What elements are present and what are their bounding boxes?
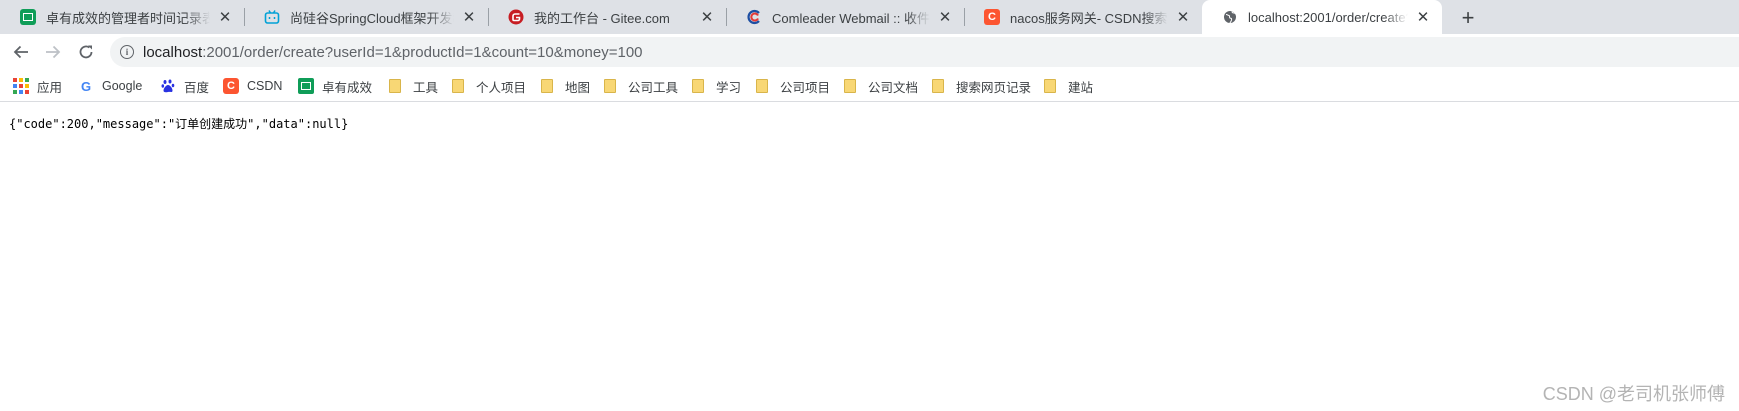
bookmark-google[interactable]: G Google	[78, 76, 142, 96]
close-icon[interactable]: ✕	[216, 8, 234, 26]
bookmark-label: 公司工具	[628, 80, 679, 95]
bookmark-label: 工具	[413, 80, 439, 95]
bookmark-folder-search-history[interactable]: 搜索网页记录	[932, 76, 1031, 96]
apps-grid-icon	[13, 78, 29, 94]
folder-icon	[452, 79, 464, 93]
folder-icon	[1044, 79, 1056, 93]
tab-title: 尚硅谷SpringCloud框架开发教程	[290, 10, 454, 26]
tab-localhost-active[interactable]: localhost:2001/order/create?u ✕	[1202, 0, 1442, 34]
bookmark-folder-tools[interactable]: 工具	[389, 76, 438, 96]
bookmark-folder-maps[interactable]: 地图	[541, 76, 590, 96]
folder-icon	[844, 79, 856, 93]
folder-icon	[389, 79, 401, 93]
json-response-text: {"code":200,"message":"订单创建成功","data":nu…	[9, 117, 349, 131]
tab-gitee[interactable]: 我的工作台 - Gitee.com ✕	[488, 0, 726, 34]
csdn-watermark: CSDN @老司机张师傅	[1542, 384, 1725, 404]
close-icon[interactable]: ✕	[936, 8, 954, 26]
bookmark-label: Google	[102, 79, 143, 93]
bookmark-label: 个人项目	[476, 80, 527, 95]
forward-button[interactable]	[39, 38, 67, 66]
tab-time-record[interactable]: 卓有成效的管理者时间记录表 - 金 ✕	[0, 0, 244, 34]
close-icon[interactable]: ✕	[460, 8, 478, 26]
new-tab-button[interactable]: +	[1456, 5, 1480, 30]
sheet-icon	[298, 78, 314, 94]
bookmark-baidu[interactable]: 百度	[160, 76, 209, 96]
folder-icon	[541, 79, 553, 93]
close-icon[interactable]: ✕	[698, 8, 716, 26]
bookmark-folder-site-building[interactable]: 建站	[1044, 76, 1093, 96]
sheet-icon	[20, 9, 36, 25]
site-info-icon[interactable]: i	[120, 45, 134, 59]
csdn-icon: C	[223, 78, 239, 94]
close-icon[interactable]: ✕	[1174, 8, 1192, 26]
bookmark-folder-personal-projects[interactable]: 个人项目	[452, 76, 526, 96]
bookmark-csdn[interactable]: C CSDN	[223, 76, 282, 96]
folder-icon	[932, 79, 944, 93]
bookmarks-bar: 应用 G Google 百度 C CSDN 卓有成效 工具 个人项目 地图 公司…	[0, 70, 1739, 102]
bookmark-label: 公司项目	[780, 80, 831, 95]
url-host: localhost	[143, 43, 203, 61]
bookmark-label: 卓有成效	[322, 80, 373, 95]
bookmark-label: CSDN	[247, 79, 283, 93]
reload-icon	[79, 45, 93, 59]
bookmark-label: 百度	[184, 80, 210, 95]
bookmark-label: 搜索网页记录	[956, 80, 1032, 95]
toolbar: i localhost:2001/order/create?userId=1&p…	[0, 34, 1739, 70]
bookmark-label: 应用	[37, 80, 63, 95]
address-url[interactable]: localhost:2001/order/create?userId=1&pro…	[143, 44, 643, 61]
google-icon: G	[80, 78, 92, 94]
tab-title: Comleader Webmail :: 收件箱	[772, 10, 930, 26]
folder-icon	[756, 79, 768, 93]
tab-csdn-search[interactable]: C nacos服务网关- CSDN搜索 ✕	[964, 0, 1202, 34]
arrow-left-icon	[13, 45, 28, 59]
bookmark-label: 地图	[565, 80, 591, 95]
folder-icon	[692, 79, 704, 93]
tab-webmail[interactable]: Comleader Webmail :: 收件箱 ✕	[726, 0, 964, 34]
address-bar[interactable]: i localhost:2001/order/create?userId=1&p…	[110, 37, 1739, 67]
url-path: :2001/order/create?userId=1&productId=1&…	[202, 43, 643, 61]
tab-title: 卓有成效的管理者时间记录表 - 金	[46, 10, 210, 26]
folder-icon	[604, 79, 616, 93]
bookmark-folder-company-tools[interactable]: 公司工具	[604, 76, 678, 96]
baidu-paw-icon	[160, 78, 176, 94]
csdn-icon: C	[984, 9, 1000, 25]
tab-springcloud-course[interactable]: 尚硅谷SpringCloud框架开发教程 ✕	[244, 0, 488, 34]
bookmark-folder-company-docs[interactable]: 公司文档	[844, 76, 918, 96]
tab-title: localhost:2001/order/create?u	[1248, 9, 1408, 25]
bookmark-folder-study[interactable]: 学习	[692, 76, 741, 96]
reload-button[interactable]	[72, 38, 100, 66]
bilibili-tv-icon	[264, 9, 280, 25]
bookmark-label: 建站	[1068, 80, 1094, 95]
close-icon[interactable]: ✕	[1414, 8, 1432, 26]
globe-icon	[1222, 9, 1238, 25]
bookmark-label: 学习	[716, 80, 742, 95]
tab-title: nacos服务网关- CSDN搜索	[1010, 10, 1168, 26]
arrow-right-icon	[46, 45, 61, 59]
back-button[interactable]	[7, 38, 35, 66]
mail-swirl-icon	[746, 9, 762, 25]
tab-title: 我的工作台 - Gitee.com	[534, 10, 670, 26]
bookmark-zhuoyou[interactable]: 卓有成效	[298, 76, 372, 96]
bookmark-folder-company-projects[interactable]: 公司项目	[756, 76, 830, 96]
tab-strip: 卓有成效的管理者时间记录表 - 金 ✕ 尚硅谷SpringCloud框架开发教程…	[0, 0, 1739, 34]
bookmark-label: 公司文档	[868, 80, 919, 95]
bookmark-apps[interactable]: 应用	[13, 76, 62, 96]
gitee-icon	[508, 9, 524, 25]
